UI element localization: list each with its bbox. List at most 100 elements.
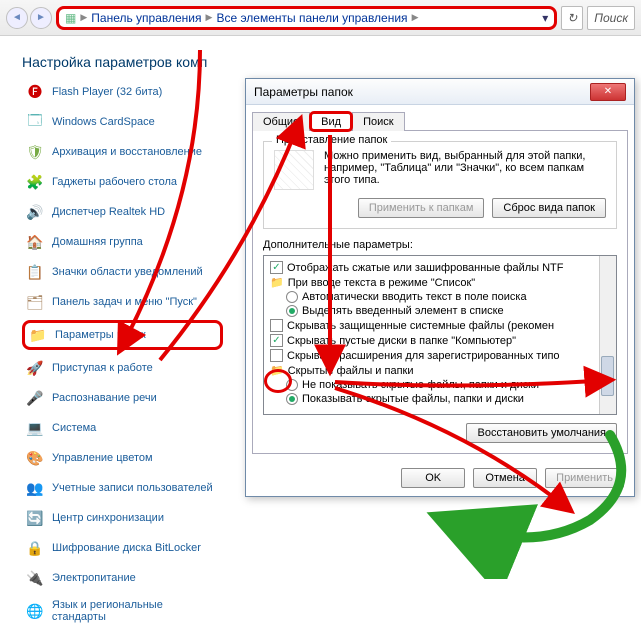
chevron-right-icon: ▶ xyxy=(206,12,213,23)
refresh-button[interactable]: ↻ xyxy=(561,6,583,30)
chevron-right-icon: ▶ xyxy=(80,12,87,23)
item-label: Управление цветом xyxy=(52,452,153,464)
item-label: Гаджеты рабочего стола xyxy=(52,176,177,188)
checkbox[interactable]: ✓ xyxy=(270,261,283,274)
tree-item[interactable]: Показывать скрытые файлы, папки и диски xyxy=(266,392,614,406)
item-label: Центр синхронизации xyxy=(52,512,164,524)
control-panel-item[interactable]: 🅕 Flash Player (32 бита) xyxy=(22,80,223,104)
tab-general[interactable]: Общие xyxy=(252,112,310,131)
item-label: Шифрование диска BitLocker xyxy=(52,542,201,554)
apply-button[interactable]: Применить xyxy=(545,468,624,488)
checkbox[interactable] xyxy=(270,319,283,332)
breadcrumb[interactable]: ▦ ▶ Панель управления ▶ Все элементы пан… xyxy=(56,6,557,30)
control-panel-item[interactable]: 🧩 Гаджеты рабочего стола xyxy=(22,170,223,194)
scrollbar-thumb[interactable] xyxy=(601,356,614,396)
tree-item[interactable]: Скрывать расширения для зарегистрированн… xyxy=(266,348,614,363)
control-panel-item[interactable]: 🗔 Windows CardSpace xyxy=(22,110,223,134)
tree-item[interactable]: Не показывать скрытые файлы, папки и дис… xyxy=(266,378,614,392)
tree-item[interactable]: ✓Отображать сжатые или зашифрованные фай… xyxy=(266,260,614,275)
item-icon: 🔊 xyxy=(26,203,44,221)
advanced-settings-tree[interactable]: ✓Отображать сжатые или зашифрованные фай… xyxy=(263,255,617,415)
reset-folders-button[interactable]: Сброс вида папок xyxy=(492,198,606,218)
radio[interactable] xyxy=(286,393,298,405)
item-icon: 🎤 xyxy=(26,389,44,407)
item-label: Flash Player (32 бита) xyxy=(52,86,162,98)
control-panel-item[interactable]: 🎨Управление цветом xyxy=(22,446,223,470)
cancel-button[interactable]: Отмена xyxy=(473,468,537,488)
item-label: Учетные записи пользователей xyxy=(52,482,213,494)
control-panel-item[interactable]: 🌐 Язык и региональные стандарты xyxy=(22,596,223,626)
radio[interactable] xyxy=(286,305,298,317)
control-panel-item[interactable]: 📁Параметры папок xyxy=(22,320,223,350)
tree-item[interactable]: ✓Скрывать пустые диски в папке "Компьюте… xyxy=(266,333,614,348)
page-title: Настройка параметров комп xyxy=(0,36,641,80)
folder-options-dialog: Параметры папок ✕ Общие Вид Поиск Предст… xyxy=(245,78,635,497)
item-label: Приступая к работе xyxy=(52,362,153,374)
breadcrumb-sub[interactable]: Все элементы панели управления xyxy=(216,11,407,25)
control-panel-item[interactable]: 💻Система xyxy=(22,416,223,440)
nav-forward-button[interactable]: ► xyxy=(30,7,52,29)
control-panel-item[interactable]: 🔒 Шифрование диска BitLocker xyxy=(22,536,223,560)
item-label: Архивация и восстановление xyxy=(52,146,202,158)
item-label: Система xyxy=(52,422,96,434)
folder-icon: 📁 xyxy=(270,276,284,289)
item-icon: 🔒 xyxy=(26,539,44,557)
item-icon: 🛡 xyxy=(26,143,44,161)
control-panel-item[interactable]: 🎤Распознавание речи xyxy=(22,386,223,410)
scrollbar[interactable] xyxy=(599,256,616,414)
control-panel-item[interactable]: 📋 Значки области уведомлений xyxy=(22,260,223,284)
item-label: Windows CardSpace xyxy=(52,116,155,128)
control-panel-item[interactable]: 🛡 Архивация и восстановление xyxy=(22,140,223,164)
item-label: Язык и региональные стандарты xyxy=(52,599,219,623)
tree-item[interactable]: Автоматически вводить текст в поле поиск… xyxy=(266,290,614,304)
tab-view[interactable]: Вид xyxy=(310,112,352,131)
item-icon: 👥 xyxy=(26,479,44,497)
radio[interactable] xyxy=(286,291,298,303)
item-label: Параметры папок xyxy=(55,329,146,341)
folder-icon: 📁 xyxy=(270,364,284,377)
search-input[interactable]: Поиск xyxy=(587,6,635,30)
tree-item-label: Показывать скрытые файлы, папки и диски xyxy=(302,393,524,405)
control-panel-item[interactable]: 🔄 Центр синхронизации xyxy=(22,506,223,530)
item-icon: 🔌 xyxy=(26,569,44,587)
control-panel-item[interactable]: 🏠 Домашняя группа xyxy=(22,230,223,254)
breadcrumb-root[interactable]: Панель управления xyxy=(91,11,201,25)
tree-item[interactable]: Скрывать защищенные системные файлы (рек… xyxy=(266,318,614,333)
tree-item[interactable]: 📁 Скрытые файлы и папки xyxy=(266,363,614,378)
item-icon: 🏠 xyxy=(26,233,44,251)
tree-item[interactable]: 📁 При вводе текста в режиме "Список" xyxy=(266,275,614,290)
item-icon: 🧩 xyxy=(26,173,44,191)
breadcrumb-dropdown-icon[interactable]: ▾ xyxy=(542,11,548,25)
ok-button[interactable]: OK xyxy=(401,468,465,488)
folder-view-desc: Можно применить вид, выбранный для этой … xyxy=(324,150,606,190)
item-icon: 🅕 xyxy=(26,83,44,101)
item-label: Панель задач и меню "Пуск" xyxy=(52,296,197,308)
tree-item-label: Автоматически вводить текст в поле поиск… xyxy=(302,291,527,303)
item-label: Домашняя группа xyxy=(52,236,143,248)
apply-to-folders-button[interactable]: Применить к папкам xyxy=(358,198,485,218)
item-icon: 🔄 xyxy=(26,509,44,527)
nav-back-button[interactable]: ◄ xyxy=(6,7,28,29)
control-panel-item[interactable]: 🔌Электропитание xyxy=(22,566,223,590)
tree-item-label: Скрытые файлы и папки xyxy=(288,365,414,377)
item-icon: 🌐 xyxy=(26,602,44,620)
tree-item[interactable]: Выделять введенный элемент в списке xyxy=(266,304,614,318)
checkbox[interactable] xyxy=(270,349,283,362)
control-panel-item[interactable]: 🔊Диспетчер Realtek HD xyxy=(22,200,223,224)
tree-item-label: При вводе текста в режиме "Список" xyxy=(288,277,475,289)
tree-item-label: Скрывать защищенные системные файлы (рек… xyxy=(287,320,554,332)
item-label: Значки области уведомлений xyxy=(52,266,203,278)
dialog-title: Параметры папок xyxy=(254,85,353,99)
control-panel-item[interactable]: 🗂Панель задач и меню "Пуск" xyxy=(22,290,223,314)
restore-defaults-button[interactable]: Восстановить умолчания xyxy=(466,423,617,443)
tab-search[interactable]: Поиск xyxy=(352,112,404,131)
checkbox[interactable]: ✓ xyxy=(270,334,283,347)
breadcrumb-root-icon: ▦ xyxy=(65,11,76,25)
item-icon: 🗔 xyxy=(26,113,44,131)
close-button[interactable]: ✕ xyxy=(590,83,626,101)
radio[interactable] xyxy=(286,379,298,391)
control-panel-item[interactable]: 👥 Учетные записи пользователей xyxy=(22,476,223,500)
item-icon: 📋 xyxy=(26,263,44,281)
folder-view-icon xyxy=(274,150,314,190)
control-panel-item[interactable]: 🚀Приступая к работе xyxy=(22,356,223,380)
